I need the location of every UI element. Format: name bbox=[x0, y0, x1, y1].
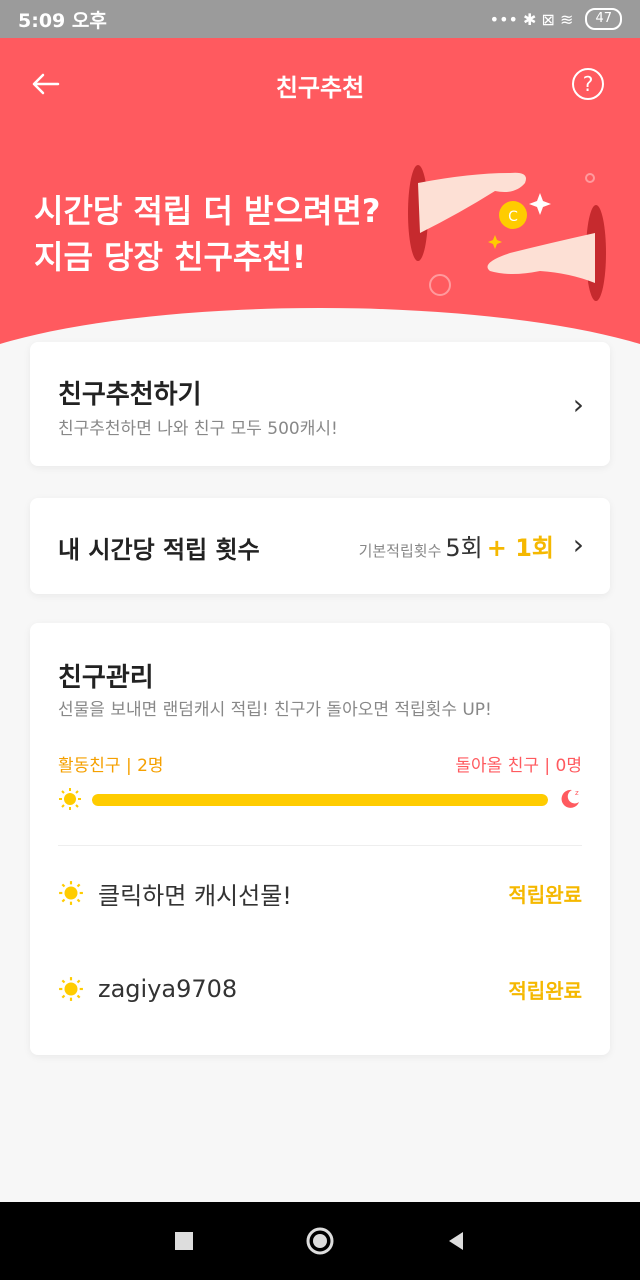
recent-apps-button[interactable] bbox=[166, 1223, 202, 1259]
recommend-title: 친구추천하기 bbox=[58, 380, 202, 410]
count-values: 기본적립횟수 5회 + 1회 bbox=[359, 528, 554, 563]
status-time: 5:09 오후 bbox=[18, 9, 107, 32]
status-icons: ••• ✱ ⊠ ≋ 47 bbox=[490, 8, 622, 30]
base-count-value: 5회 bbox=[445, 534, 483, 562]
hero-line-1: 시간당 적립 더 받으려면? bbox=[34, 192, 381, 230]
activity-bar-track bbox=[92, 794, 548, 806]
hero-banner: 친구추천 ? 시간당 적립 더 받으려면? 지금 당장 친구추천! C bbox=[0, 38, 640, 368]
chevron-right-icon: › bbox=[572, 388, 584, 421]
friends-title: 친구관리 bbox=[58, 663, 154, 693]
battery-icon: 47 bbox=[585, 8, 622, 30]
base-count-label: 기본적립횟수 bbox=[358, 542, 442, 560]
sun-icon bbox=[59, 977, 83, 1001]
divider bbox=[58, 845, 582, 846]
svg-text:z: z bbox=[575, 789, 579, 797]
square-icon bbox=[175, 1232, 193, 1250]
friends-subtitle: 선물을 보내면 랜덤캐시 적립! 친구가 돌아오면 적립횟수 UP! bbox=[58, 700, 492, 720]
count-title: 내 시간당 적립 횟수 bbox=[58, 536, 260, 564]
circle-icon bbox=[306, 1227, 334, 1255]
friend-name: 클릭하면 캐시선물! bbox=[98, 881, 292, 910]
hands-coin-illustration: C bbox=[408, 165, 606, 301]
moon-icon: z bbox=[561, 789, 579, 808]
friend-row: 클릭하면 캐시선물! 적립완료 bbox=[58, 873, 582, 913]
recommend-subtitle: 친구추천하면 나와 친구 모두 500캐시! bbox=[58, 419, 338, 439]
home-button[interactable] bbox=[302, 1223, 338, 1259]
bonus-count-value: + 1회 bbox=[486, 534, 554, 562]
sun-icon bbox=[59, 881, 83, 905]
activity-bar: z bbox=[58, 787, 582, 811]
svg-text:C: C bbox=[508, 209, 518, 225]
system-nav-bar bbox=[0, 1202, 640, 1280]
status-bar: 5:09 오후 ••• ✱ ⊠ ≋ 47 bbox=[0, 0, 640, 38]
back-nav-button[interactable] bbox=[438, 1223, 474, 1259]
active-friends-label: 활동친구 | 2명 bbox=[58, 756, 164, 776]
returning-friends-label: 돌아올 친구 | 0명 bbox=[455, 756, 582, 776]
page-title: 친구추천 bbox=[275, 74, 365, 102]
sun-icon bbox=[59, 788, 81, 810]
triangle-back-icon bbox=[449, 1232, 463, 1250]
help-button[interactable]: ? bbox=[572, 68, 604, 100]
system-icons: ••• ✱ ⊠ ≋ bbox=[489, 9, 574, 29]
hourly-count-card[interactable]: 내 시간당 적립 횟수 기본적립횟수 5회 + 1회 › bbox=[30, 498, 610, 594]
friend-row: zagiya9708 적립완료 bbox=[58, 969, 582, 1009]
recommend-friend-card[interactable]: 친구추천하기 친구추천하면 나와 친구 모두 500캐시! › bbox=[30, 342, 610, 466]
chevron-right-icon: › bbox=[572, 528, 584, 561]
friend-name: zagiya9708 bbox=[98, 975, 238, 1003]
reward-status-button[interactable]: 적립완료 bbox=[508, 975, 582, 1004]
activity-bar-fill bbox=[92, 794, 548, 806]
hero-headline: 시간당 적립 더 받으려면? 지금 당장 친구추천! bbox=[34, 188, 380, 280]
friend-management-card: 친구관리 선물을 보내면 랜덤캐시 적립! 친구가 돌아오면 적립횟수 UP! … bbox=[30, 623, 610, 1055]
help-icon: ? bbox=[582, 72, 594, 96]
hero-line-2: 지금 당장 친구추천! bbox=[34, 238, 307, 276]
reward-status-button[interactable]: 적립완료 bbox=[508, 879, 582, 908]
